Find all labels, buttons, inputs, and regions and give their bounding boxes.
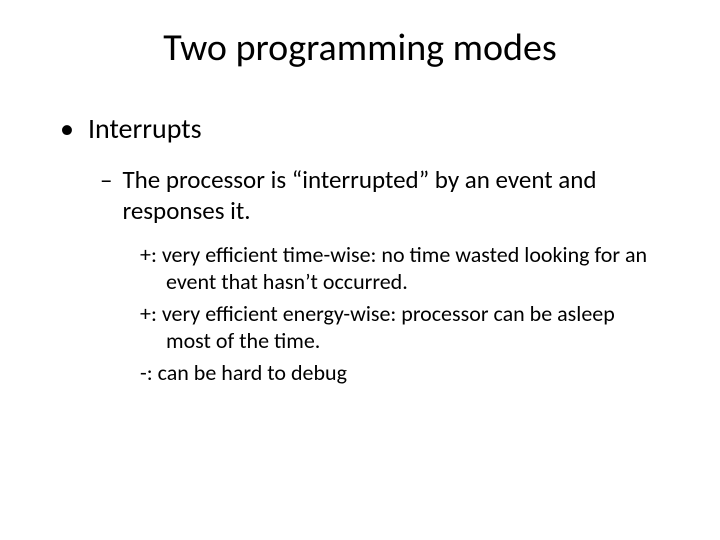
slide-container: Two programming modes • Interrupts – The… bbox=[0, 0, 720, 540]
bullet-level1: • Interrupts bbox=[60, 111, 680, 146]
bullet-text-line: The processor is “interrupted” by an eve… bbox=[122, 164, 596, 195]
bullet-marker-disc: • bbox=[60, 111, 74, 146]
bullet-text-line: event that hasn’t occurred. bbox=[166, 268, 680, 296]
bullet-text-line: most of the time. bbox=[166, 327, 680, 355]
bullet-marker-dash: – bbox=[100, 164, 112, 227]
bullet-level3: +: very efficient time-wise: no time was… bbox=[140, 241, 680, 296]
bullet-text-line: +: very efficient time-wise: no time was… bbox=[140, 241, 647, 268]
bullet-text-line: +: very efficient energy-wise: processor… bbox=[140, 300, 615, 327]
slide-title: Two programming modes bbox=[40, 25, 680, 71]
bullet-text: Interrupts bbox=[88, 111, 202, 146]
bullet-text-line: responses it. bbox=[122, 195, 250, 226]
bullet-level3: -: can be hard to debug bbox=[140, 359, 680, 387]
bullet-text-line: -: can be hard to debug bbox=[140, 359, 347, 386]
bullet-level2: – The processor is “interrupted” by an e… bbox=[100, 164, 680, 227]
bullet-level3: +: very efficient energy-wise: processor… bbox=[140, 300, 680, 355]
bullet-text-wrap: The processor is “interrupted” by an eve… bbox=[122, 164, 596, 227]
